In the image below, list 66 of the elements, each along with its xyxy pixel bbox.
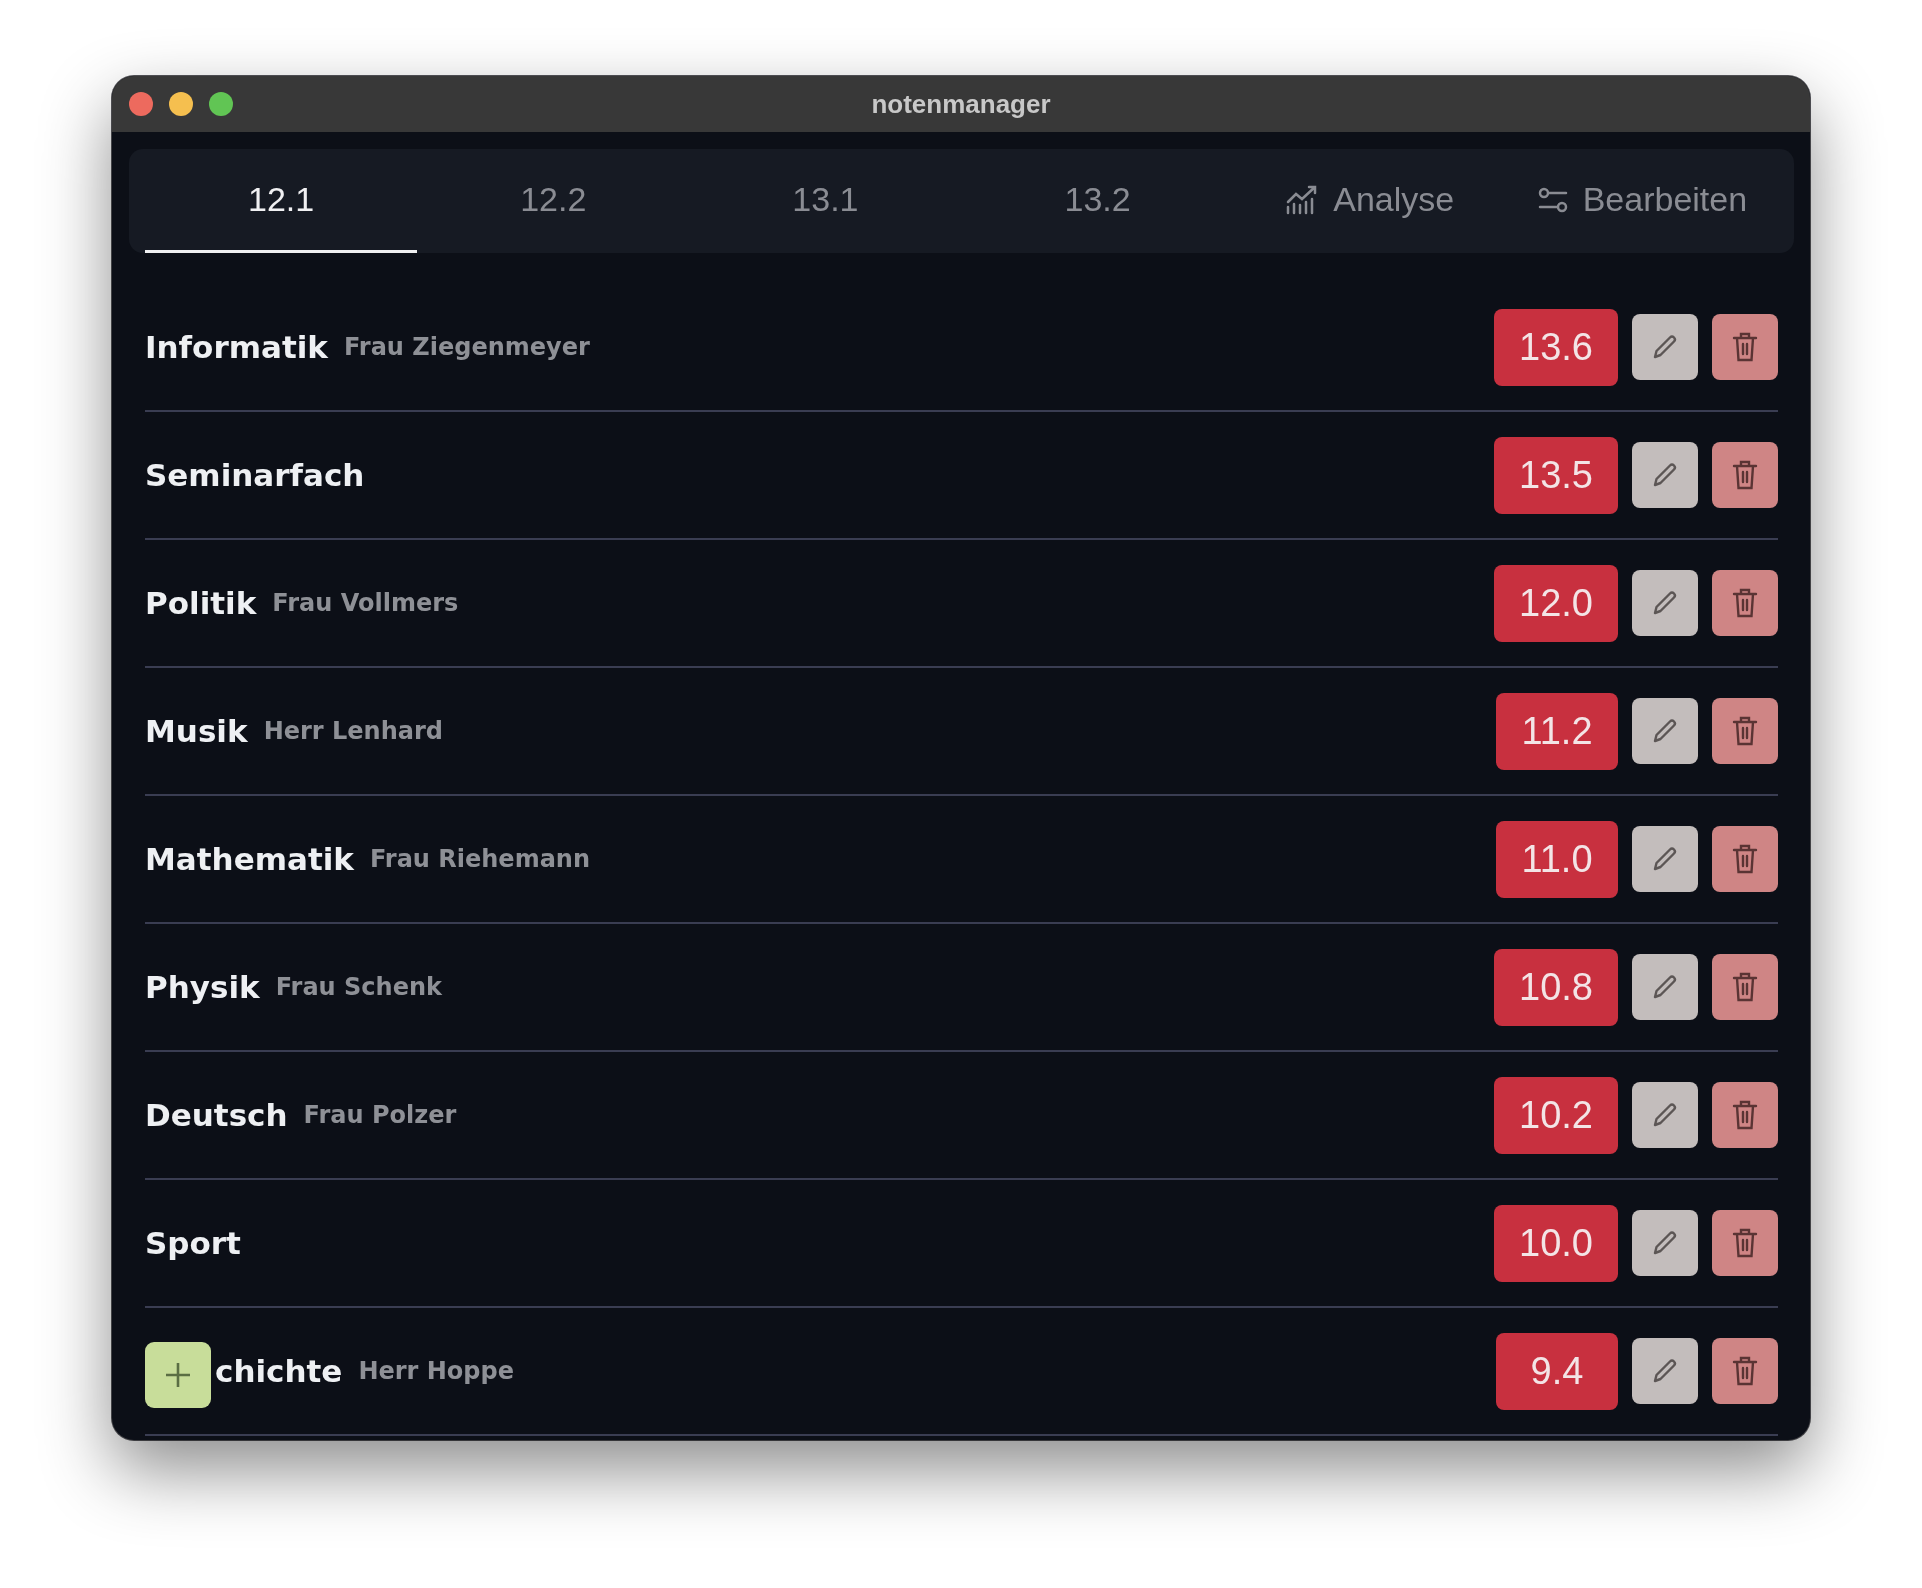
tab[interactable]: 13.2	[961, 149, 1234, 253]
teacher-name: Herr Hoppe	[358, 1357, 514, 1385]
teacher-name: Frau Riehemann	[369, 845, 591, 873]
subject-name: Deutsch	[145, 1097, 288, 1133]
edit-button[interactable]	[1632, 698, 1698, 764]
add-button[interactable]	[145, 1342, 211, 1408]
subject-name: Musik	[145, 713, 248, 749]
delete-button[interactable]	[1712, 1082, 1778, 1148]
delete-button[interactable]	[1712, 442, 1778, 508]
minimize-button[interactable]	[169, 92, 193, 116]
trash-icon	[1731, 1355, 1759, 1387]
grade-badge: 13.6	[1494, 308, 1618, 386]
tab[interactable]: 12.2	[417, 149, 690, 253]
subject-name: Sport	[145, 1225, 241, 1261]
tab-label: Bearbeiten	[1582, 180, 1748, 219]
delete-button[interactable]	[1712, 1210, 1778, 1276]
grade-badge: 11.0	[1496, 820, 1618, 898]
subject-name: Politik	[145, 585, 257, 621]
grade-badge: 13.5	[1494, 436, 1618, 514]
close-button[interactable]	[129, 92, 153, 116]
tab-label: Analyse	[1333, 180, 1455, 219]
tab[interactable]: 13.1	[689, 149, 962, 253]
trash-icon	[1731, 331, 1759, 363]
subject-name: Seminarfach	[145, 457, 365, 493]
subject-name: Informatik	[145, 329, 328, 365]
teacher-name: Frau Schenk	[275, 973, 442, 1001]
teacher-name: Frau Polzer	[303, 1101, 457, 1129]
subject-name: Physik	[145, 969, 260, 1005]
grade-badge: 10.0	[1494, 1204, 1618, 1282]
subject-name: Mathematik	[145, 841, 354, 877]
delete-button[interactable]	[1712, 954, 1778, 1020]
delete-button[interactable]	[1712, 314, 1778, 380]
plus-icon	[165, 1362, 191, 1388]
trash-icon	[1731, 971, 1759, 1003]
edit-button[interactable]	[1632, 954, 1698, 1020]
teacher-name: Frau Ziegenmeyer	[343, 333, 590, 361]
delete-button[interactable]	[1712, 826, 1778, 892]
edit-button[interactable]	[1632, 1338, 1698, 1404]
tab[interactable]: Analyse	[1233, 149, 1506, 253]
trash-icon	[1731, 459, 1759, 491]
teacher-name: Frau Vollmers	[272, 589, 459, 617]
delete-button[interactable]	[1712, 698, 1778, 764]
tab[interactable]: Bearbeiten	[1505, 149, 1778, 253]
edit-button[interactable]	[1632, 1082, 1698, 1148]
grade-badge: 9.4	[1496, 1332, 1618, 1410]
edit-button[interactable]	[1632, 826, 1698, 892]
teacher-name: Herr Lenhard	[263, 717, 443, 745]
grade-badge: 10.8	[1494, 948, 1618, 1026]
grade-badge: 12.0	[1494, 564, 1618, 642]
edit-button[interactable]	[1632, 570, 1698, 636]
window-title: notenmanager	[871, 88, 1051, 119]
delete-button[interactable]	[1712, 1338, 1778, 1404]
delete-button[interactable]	[1712, 570, 1778, 636]
trash-icon	[1731, 1099, 1759, 1131]
subject-name: chichte	[215, 1353, 343, 1389]
edit-button[interactable]	[1632, 1210, 1698, 1276]
tab[interactable]: 12.1	[145, 149, 418, 253]
grade-badge: 11.2	[1496, 692, 1618, 770]
edit-button[interactable]	[1632, 442, 1698, 508]
trash-icon	[1731, 715, 1759, 747]
grade-badge: 10.2	[1494, 1076, 1618, 1154]
trash-icon	[1731, 587, 1759, 619]
trash-icon	[1731, 1227, 1759, 1259]
trash-icon	[1731, 843, 1759, 875]
edit-button[interactable]	[1632, 314, 1698, 380]
zoom-button[interactable]	[209, 92, 233, 116]
